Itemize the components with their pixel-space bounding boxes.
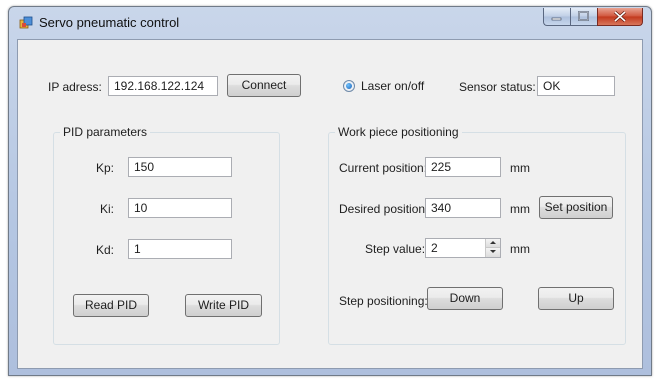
kd-label: Kd:	[96, 243, 115, 257]
current-position-unit: mm	[510, 161, 530, 175]
work-piece-group-title: Work piece positioning	[335, 125, 462, 139]
laser-radio[interactable]	[343, 80, 355, 92]
minimize-button[interactable]	[543, 8, 570, 26]
step-value-spinner[interactable]: 2	[425, 238, 501, 258]
title-bar[interactable]: Servo pneumatic control	[9, 7, 651, 39]
form-client-area: IP adress: 192.168.122.124 Connect Laser…	[17, 39, 643, 369]
write-pid-button[interactable]: Write PID	[185, 294, 262, 317]
up-button[interactable]: Up	[538, 287, 614, 310]
maximize-icon	[578, 11, 589, 21]
laser-label: Laser on/off	[361, 79, 425, 93]
ki-label: Ki:	[100, 202, 115, 216]
read-pid-button[interactable]: Read PID	[73, 294, 149, 317]
spin-down-button[interactable]	[486, 248, 500, 257]
spin-up-button[interactable]	[486, 239, 500, 248]
ip-address-input[interactable]: 192.168.122.124	[108, 76, 218, 96]
connect-button[interactable]: Connect	[227, 74, 301, 97]
work-piece-positioning-group: Work piece positioning Current position:…	[328, 125, 626, 345]
close-icon	[613, 10, 627, 23]
down-arrow-icon	[490, 250, 496, 253]
window-title: Servo pneumatic control	[39, 15, 180, 30]
maximize-button[interactable]	[570, 8, 597, 26]
ki-input[interactable]: 10	[128, 198, 232, 218]
current-position-label: Current position:	[339, 161, 428, 175]
set-position-button[interactable]: Set position	[539, 196, 613, 219]
pid-group-title: PID parameters	[60, 125, 151, 139]
pid-parameters-group: PID parameters Kp: 150 Ki: 10 Kd: 1 Read…	[53, 125, 280, 345]
kp-label: Kp:	[96, 161, 115, 175]
ip-address-label: IP adress:	[48, 80, 102, 94]
app-icon	[19, 16, 33, 29]
down-button[interactable]: Down	[427, 287, 503, 310]
step-value-unit: mm	[510, 242, 530, 256]
close-button[interactable]	[597, 8, 643, 26]
caption-buttons	[543, 8, 643, 28]
kd-input[interactable]: 1	[128, 239, 232, 259]
step-positioning-label: Step positioning:	[339, 294, 428, 308]
sensor-status-label: Sensor status:	[459, 80, 536, 94]
desired-position-label: Desired position:	[339, 202, 429, 216]
spinner-buttons	[485, 239, 500, 257]
app-window: Servo pneumatic control IP adress: 192.1…	[8, 6, 652, 376]
step-value-text: 2	[431, 241, 438, 255]
current-position-field[interactable]: 225	[425, 157, 501, 177]
kp-input[interactable]: 150	[128, 157, 232, 177]
sensor-status-field[interactable]: OK	[537, 76, 615, 96]
up-arrow-icon	[490, 241, 496, 244]
step-value-label: Step value:	[365, 242, 426, 256]
minimize-icon	[551, 17, 562, 21]
desired-position-input[interactable]: 340	[425, 198, 501, 218]
radio-selected-dot	[346, 83, 352, 89]
desired-position-unit: mm	[510, 202, 530, 216]
